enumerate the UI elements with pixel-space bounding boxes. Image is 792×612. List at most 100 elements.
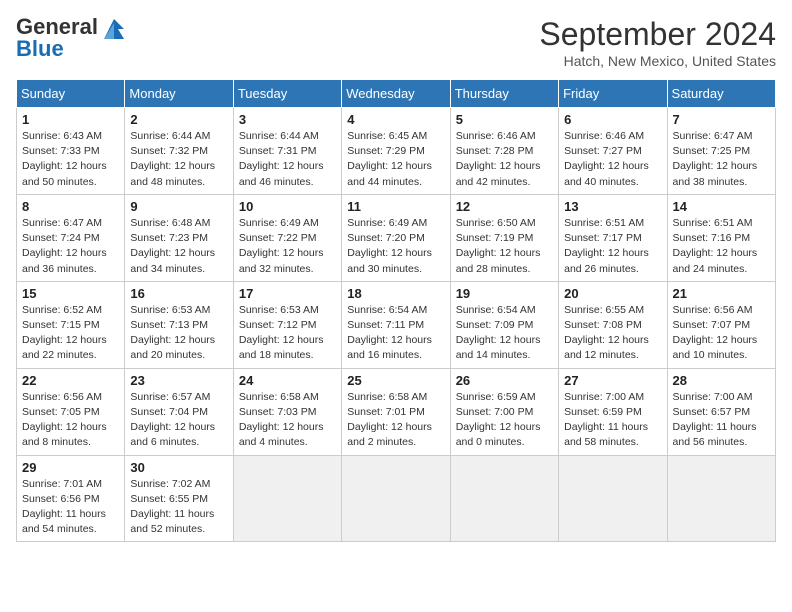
- logo-blue: Blue: [16, 36, 64, 61]
- day-number: 13: [564, 199, 661, 214]
- day-number: 28: [673, 373, 770, 388]
- table-row: 25 Sunrise: 6:58 AMSunset: 7:01 PMDaylig…: [342, 368, 450, 455]
- table-row: 18 Sunrise: 6:54 AMSunset: 7:11 PMDaylig…: [342, 281, 450, 368]
- day-info: Sunrise: 6:53 AMSunset: 7:13 PMDaylight:…: [130, 304, 215, 362]
- col-saturday: Saturday: [667, 80, 775, 108]
- col-wednesday: Wednesday: [342, 80, 450, 108]
- day-number: 15: [22, 286, 119, 301]
- day-number: 5: [456, 112, 553, 127]
- day-info: Sunrise: 6:45 AMSunset: 7:29 PMDaylight:…: [347, 130, 432, 188]
- day-info: Sunrise: 6:53 AMSunset: 7:12 PMDaylight:…: [239, 304, 324, 362]
- day-number: 12: [456, 199, 553, 214]
- day-number: 9: [130, 199, 227, 214]
- day-number: 11: [347, 199, 444, 214]
- table-row: 10 Sunrise: 6:49 AMSunset: 7:22 PMDaylig…: [233, 194, 341, 281]
- title-block: September 2024 Hatch, New Mexico, United…: [539, 16, 776, 69]
- day-info: Sunrise: 6:48 AMSunset: 7:23 PMDaylight:…: [130, 217, 215, 275]
- table-row: 29 Sunrise: 7:01 AMSunset: 6:56 PMDaylig…: [17, 455, 125, 542]
- day-number: 29: [22, 460, 119, 475]
- day-number: 6: [564, 112, 661, 127]
- day-number: 4: [347, 112, 444, 127]
- day-number: 21: [673, 286, 770, 301]
- day-number: 18: [347, 286, 444, 301]
- col-tuesday: Tuesday: [233, 80, 341, 108]
- table-row: 19 Sunrise: 6:54 AMSunset: 7:09 PMDaylig…: [450, 281, 558, 368]
- table-row: 14 Sunrise: 6:51 AMSunset: 7:16 PMDaylig…: [667, 194, 775, 281]
- day-info: Sunrise: 6:54 AMSunset: 7:11 PMDaylight:…: [347, 304, 432, 362]
- day-number: 2: [130, 112, 227, 127]
- table-row: 3 Sunrise: 6:44 AMSunset: 7:31 PMDayligh…: [233, 108, 341, 195]
- table-row: 16 Sunrise: 6:53 AMSunset: 7:13 PMDaylig…: [125, 281, 233, 368]
- day-info: Sunrise: 6:43 AMSunset: 7:33 PMDaylight:…: [22, 130, 107, 188]
- day-info: Sunrise: 7:00 AMSunset: 6:59 PMDaylight:…: [564, 391, 648, 449]
- table-row: 20 Sunrise: 6:55 AMSunset: 7:08 PMDaylig…: [559, 281, 667, 368]
- day-info: Sunrise: 6:47 AMSunset: 7:25 PMDaylight:…: [673, 130, 758, 188]
- day-info: Sunrise: 6:51 AMSunset: 7:16 PMDaylight:…: [673, 217, 758, 275]
- table-row: 15 Sunrise: 6:52 AMSunset: 7:15 PMDaylig…: [17, 281, 125, 368]
- table-row: 7 Sunrise: 6:47 AMSunset: 7:25 PMDayligh…: [667, 108, 775, 195]
- table-row: 13 Sunrise: 6:51 AMSunset: 7:17 PMDaylig…: [559, 194, 667, 281]
- logo-text: General Blue: [16, 16, 98, 60]
- day-info: Sunrise: 6:56 AMSunset: 7:07 PMDaylight:…: [673, 304, 758, 362]
- day-info: Sunrise: 6:56 AMSunset: 7:05 PMDaylight:…: [22, 391, 107, 449]
- table-row: 6 Sunrise: 6:46 AMSunset: 7:27 PMDayligh…: [559, 108, 667, 195]
- logo: General Blue: [16, 16, 128, 60]
- day-info: Sunrise: 6:44 AMSunset: 7:32 PMDaylight:…: [130, 130, 215, 188]
- day-number: 22: [22, 373, 119, 388]
- page-header: General Blue September 2024 Hatch, New M…: [16, 16, 776, 69]
- table-row: 30 Sunrise: 7:02 AMSunset: 6:55 PMDaylig…: [125, 455, 233, 542]
- table-row: 23 Sunrise: 6:57 AMSunset: 7:04 PMDaylig…: [125, 368, 233, 455]
- day-info: Sunrise: 6:58 AMSunset: 7:03 PMDaylight:…: [239, 391, 324, 449]
- day-info: Sunrise: 6:52 AMSunset: 7:15 PMDaylight:…: [22, 304, 107, 362]
- calendar-week-row: 1 Sunrise: 6:43 AMSunset: 7:33 PMDayligh…: [17, 108, 776, 195]
- day-number: 24: [239, 373, 336, 388]
- day-number: 26: [456, 373, 553, 388]
- col-monday: Monday: [125, 80, 233, 108]
- day-info: Sunrise: 6:47 AMSunset: 7:24 PMDaylight:…: [22, 217, 107, 275]
- col-thursday: Thursday: [450, 80, 558, 108]
- table-row: 27 Sunrise: 7:00 AMSunset: 6:59 PMDaylig…: [559, 368, 667, 455]
- day-info: Sunrise: 6:57 AMSunset: 7:04 PMDaylight:…: [130, 391, 215, 449]
- day-number: 1: [22, 112, 119, 127]
- calendar-header-row: Sunday Monday Tuesday Wednesday Thursday…: [17, 80, 776, 108]
- table-row: 5 Sunrise: 6:46 AMSunset: 7:28 PMDayligh…: [450, 108, 558, 195]
- location: Hatch, New Mexico, United States: [539, 53, 776, 69]
- day-info: Sunrise: 6:46 AMSunset: 7:28 PMDaylight:…: [456, 130, 541, 188]
- table-row: 12 Sunrise: 6:50 AMSunset: 7:19 PMDaylig…: [450, 194, 558, 281]
- day-number: 30: [130, 460, 227, 475]
- day-info: Sunrise: 6:46 AMSunset: 7:27 PMDaylight:…: [564, 130, 649, 188]
- day-info: Sunrise: 6:59 AMSunset: 7:00 PMDaylight:…: [456, 391, 541, 449]
- day-info: Sunrise: 7:01 AMSunset: 6:56 PMDaylight:…: [22, 478, 106, 536]
- day-info: Sunrise: 6:50 AMSunset: 7:19 PMDaylight:…: [456, 217, 541, 275]
- table-row: [559, 455, 667, 542]
- table-row: 24 Sunrise: 6:58 AMSunset: 7:03 PMDaylig…: [233, 368, 341, 455]
- day-info: Sunrise: 7:02 AMSunset: 6:55 PMDaylight:…: [130, 478, 214, 536]
- day-number: 23: [130, 373, 227, 388]
- day-number: 19: [456, 286, 553, 301]
- month-title: September 2024: [539, 16, 776, 53]
- day-info: Sunrise: 6:55 AMSunset: 7:08 PMDaylight:…: [564, 304, 649, 362]
- day-number: 8: [22, 199, 119, 214]
- day-number: 25: [347, 373, 444, 388]
- day-number: 16: [130, 286, 227, 301]
- day-number: 3: [239, 112, 336, 127]
- day-number: 7: [673, 112, 770, 127]
- calendar-week-row: 8 Sunrise: 6:47 AMSunset: 7:24 PMDayligh…: [17, 194, 776, 281]
- day-number: 14: [673, 199, 770, 214]
- col-friday: Friday: [559, 80, 667, 108]
- calendar-table: Sunday Monday Tuesday Wednesday Thursday…: [16, 79, 776, 542]
- calendar-week-row: 29 Sunrise: 7:01 AMSunset: 6:56 PMDaylig…: [17, 455, 776, 542]
- table-row: 2 Sunrise: 6:44 AMSunset: 7:32 PMDayligh…: [125, 108, 233, 195]
- table-row: 21 Sunrise: 6:56 AMSunset: 7:07 PMDaylig…: [667, 281, 775, 368]
- table-row: 1 Sunrise: 6:43 AMSunset: 7:33 PMDayligh…: [17, 108, 125, 195]
- day-number: 20: [564, 286, 661, 301]
- day-number: 17: [239, 286, 336, 301]
- calendar-week-row: 22 Sunrise: 6:56 AMSunset: 7:05 PMDaylig…: [17, 368, 776, 455]
- table-row: 9 Sunrise: 6:48 AMSunset: 7:23 PMDayligh…: [125, 194, 233, 281]
- table-row: 26 Sunrise: 6:59 AMSunset: 7:00 PMDaylig…: [450, 368, 558, 455]
- table-row: 8 Sunrise: 6:47 AMSunset: 7:24 PMDayligh…: [17, 194, 125, 281]
- table-row: [233, 455, 341, 542]
- day-info: Sunrise: 7:00 AMSunset: 6:57 PMDaylight:…: [673, 391, 757, 449]
- calendar-week-row: 15 Sunrise: 6:52 AMSunset: 7:15 PMDaylig…: [17, 281, 776, 368]
- table-row: 11 Sunrise: 6:49 AMSunset: 7:20 PMDaylig…: [342, 194, 450, 281]
